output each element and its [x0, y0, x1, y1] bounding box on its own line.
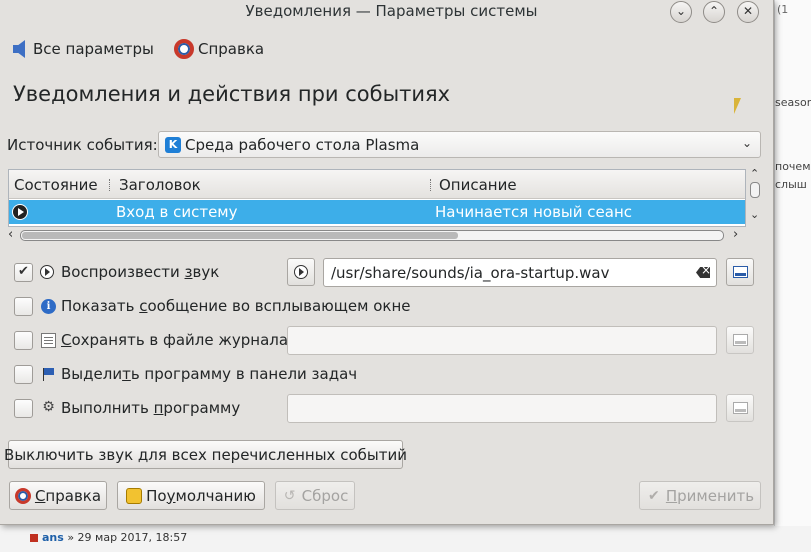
chevron-down-icon: ⌄: [741, 136, 752, 150]
scroll-up-icon[interactable]: ⌃: [750, 167, 759, 180]
help-toolbar-label: Справка: [198, 40, 265, 58]
column-header-state[interactable]: Состояние: [14, 176, 98, 194]
taskbar-label[interactable]: Выделить программу в панели задач: [61, 365, 357, 383]
column-separator[interactable]: [430, 179, 432, 191]
browse-program-button[interactable]: [726, 394, 754, 422]
info-icon: i: [41, 299, 56, 314]
help-icon: [174, 39, 194, 59]
maximize-button[interactable]: ⌃: [703, 1, 725, 23]
events-table-header: Состояние Заголовок Описание: [9, 170, 745, 199]
defaults-icon: [126, 487, 143, 504]
play-icon: [294, 265, 308, 279]
horizontal-scrollbar[interactable]: ‹ ›: [8, 227, 746, 243]
background-snippet: слыш: [775, 178, 807, 191]
reset-button[interactable]: ↺ Сброс: [275, 481, 355, 510]
apply-button[interactable]: ✔ Применить: [639, 481, 761, 510]
background-fragment: (1: [777, 3, 789, 16]
vertical-scroll-thumb[interactable]: [750, 182, 760, 198]
all-settings-button[interactable]: Все параметры: [13, 37, 154, 61]
reset-icon: ↺: [283, 487, 296, 504]
help-icon: [14, 487, 31, 504]
clear-icon[interactable]: [696, 267, 710, 278]
gear-icon: ⚙: [42, 399, 55, 415]
column-header-title[interactable]: Заголовок: [119, 176, 201, 194]
post-date: » 29 мар 2017, 18:57: [67, 531, 188, 544]
post-icon: [30, 534, 38, 542]
log-icon: [41, 333, 56, 348]
event-source-value: Среда рабочего стола Plasma: [185, 135, 420, 154]
background-page-strip: (1 seasons почем слыш: [774, 0, 811, 552]
vertical-scrollbar[interactable]: ⌃ ⌄: [748, 167, 762, 226]
run-program-checkbox[interactable]: [14, 399, 33, 418]
log-file-label[interactable]: Сохранять в файле журнала: [61, 331, 288, 349]
event-source-select[interactable]: K Среда рабочего стола Plasma ⌄: [158, 131, 761, 158]
horizontal-scroll-thumb[interactable]: [22, 232, 458, 239]
column-header-description[interactable]: Описание: [439, 176, 517, 194]
horizontal-scroll-track[interactable]: [20, 230, 724, 241]
log-file-input[interactable]: [287, 326, 717, 355]
post-meta: ans » 29 мар 2017, 18:57: [30, 531, 187, 544]
background-snippet: почем: [775, 160, 811, 173]
log-file-checkbox[interactable]: [14, 331, 33, 350]
settings-window: Уведомления — Параметры системы ⌄ ⌃ ✕ Вс…: [0, 0, 774, 525]
event-title: Вход в систему: [116, 203, 238, 221]
background-footer: ans » 29 мар 2017, 18:57: [0, 526, 811, 552]
event-description: Начинается новый сеанс: [435, 203, 632, 221]
play-sound-label[interactable]: Воспроизвести звук: [61, 263, 219, 281]
background-snippet: seasons: [775, 96, 811, 109]
event-source-label: Источник события:: [7, 136, 158, 154]
play-sound-checkbox[interactable]: ✔: [14, 263, 33, 282]
defaults-button[interactable]: По у молчанию: [117, 481, 265, 510]
show-popup-label[interactable]: Показать сообщение во всплывающем окне: [61, 297, 410, 315]
sound-path-input[interactable]: /usr/share/sounds/ia_ora-startup.wav: [323, 258, 717, 287]
sound-path-value: /usr/share/sounds/ia_ora-startup.wav: [331, 263, 610, 282]
show-popup-checkbox[interactable]: [14, 297, 33, 316]
checkmark-icon: ✔: [648, 487, 660, 504]
close-button[interactable]: ✕: [737, 1, 759, 23]
kde-icon: K: [165, 136, 181, 153]
scroll-down-icon[interactable]: ⌄: [750, 208, 759, 221]
column-separator[interactable]: [109, 179, 111, 191]
page-title: Уведомления и действия при событиях: [13, 82, 451, 106]
browse-sound-button[interactable]: [726, 258, 754, 286]
mute-all-button[interactable]: Выключить звук для всех перечисленных со…: [4, 440, 407, 469]
taskbar-checkbox[interactable]: [14, 365, 33, 384]
folder-icon: [733, 334, 748, 346]
title-bar[interactable]: Уведомления — Параметры системы ⌄ ⌃ ✕: [0, 0, 773, 24]
preview-sound-button[interactable]: [287, 258, 315, 286]
flag-icon: [41, 367, 56, 382]
play-icon: [12, 204, 28, 220]
scroll-right-icon[interactable]: ›: [733, 227, 738, 242]
all-settings-label: Все параметры: [33, 40, 154, 58]
folder-icon: [733, 266, 748, 278]
minimize-button[interactable]: ⌄: [670, 1, 692, 23]
mouse-pointer-icon: [734, 98, 748, 116]
table-row[interactable]: Вход в систему Начинается новый сеанс: [9, 200, 745, 224]
browse-log-button[interactable]: [726, 326, 754, 354]
run-program-label[interactable]: Выполнить программу: [61, 399, 240, 417]
events-table[interactable]: Состояние Заголовок Описание Вход в сист…: [8, 169, 746, 227]
help-button[interactable]: Справка: [9, 481, 107, 510]
scroll-left-icon[interactable]: ‹: [8, 227, 13, 242]
help-toolbar-button[interactable]: Справка: [174, 37, 264, 61]
post-author[interactable]: ans: [42, 531, 64, 544]
folder-icon: [733, 402, 748, 414]
back-arrow-icon: [13, 40, 25, 58]
window-title: Уведомления — Параметры системы: [245, 2, 538, 20]
play-icon: [40, 265, 54, 279]
run-program-input[interactable]: [287, 394, 717, 423]
